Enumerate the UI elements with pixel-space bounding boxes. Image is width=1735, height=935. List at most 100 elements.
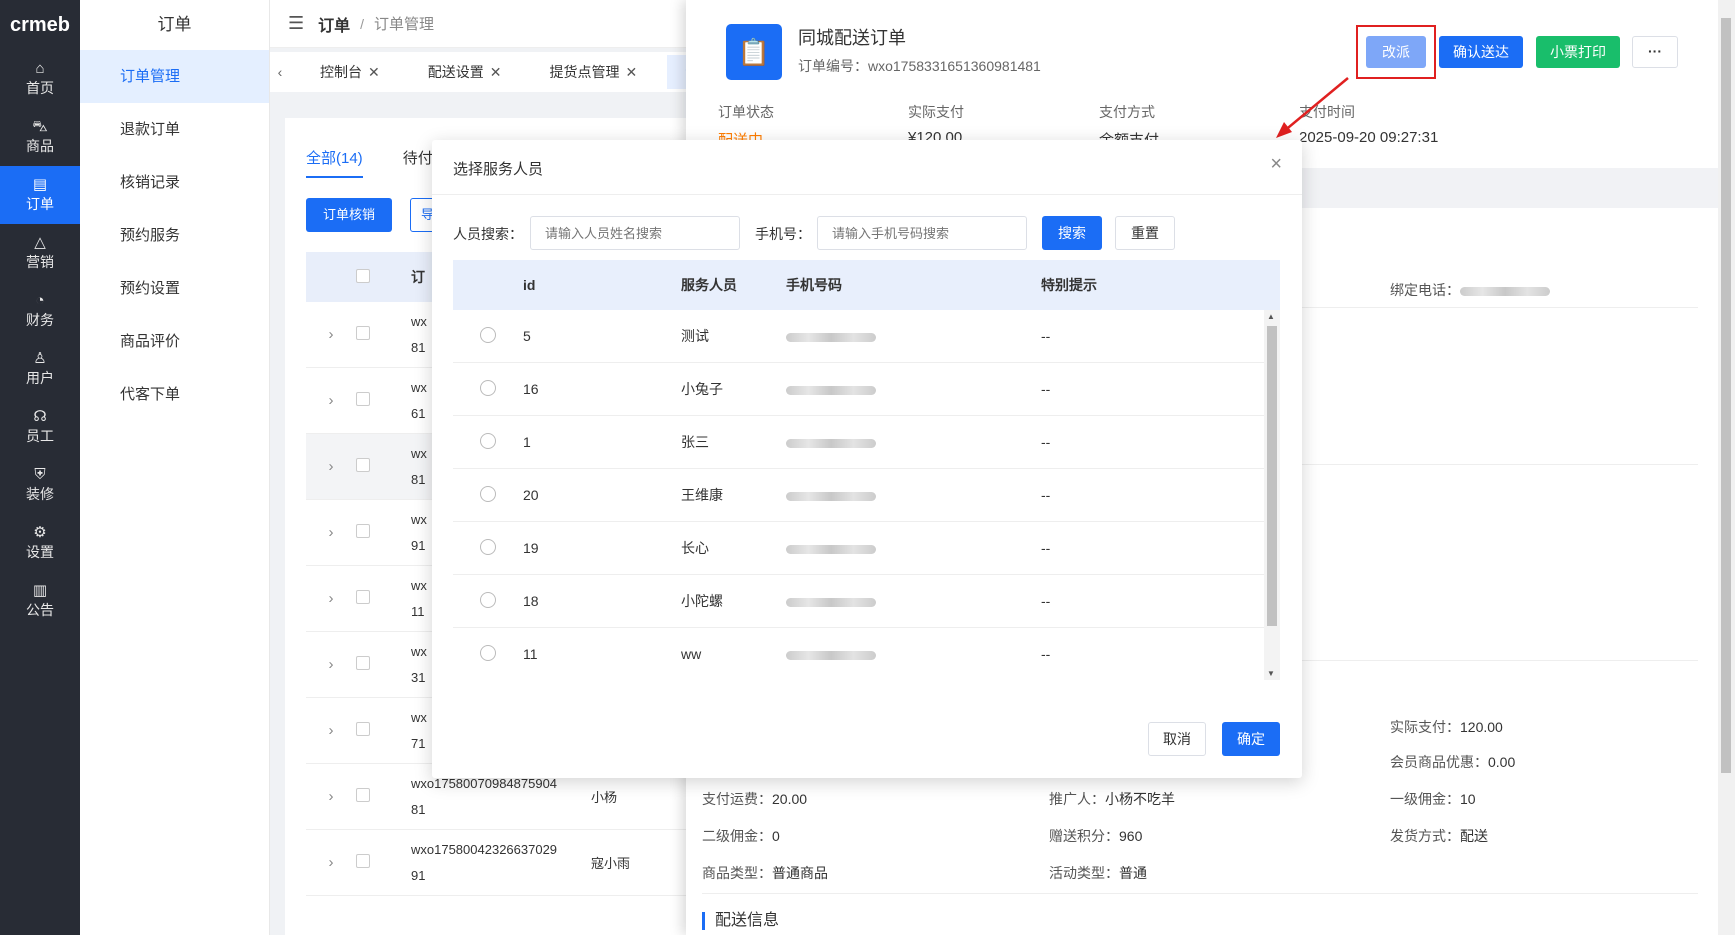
cancel-button[interactable]: 取消 (1148, 722, 1206, 756)
close-icon[interactable]: × (1270, 153, 1282, 176)
verify-order-button[interactable]: 订单核销 (306, 198, 393, 232)
staff-name: 小兔子 (681, 381, 723, 397)
nav-item-2[interactable]: ▤ 订单 (0, 166, 80, 224)
chevron-right-icon[interactable]: › (306, 590, 356, 607)
headset-icon: ☊ (33, 408, 47, 425)
submenu-item[interactable]: 预约设置 (80, 262, 269, 315)
chevron-right-icon[interactable]: › (306, 458, 356, 475)
breadcrumb-current: 订单管理 (374, 16, 435, 33)
confirm-button[interactable]: 确定 (1222, 722, 1280, 756)
submenu-title: 订单 (157, 15, 192, 34)
staff-tip: -- (1041, 328, 1051, 344)
drawer-scrollbar[interactable] (1718, 0, 1735, 935)
chevron-right-icon[interactable]: › (306, 392, 356, 409)
column-id: id (523, 277, 536, 293)
close-icon[interactable]: ✕ (368, 64, 380, 80)
order-number-line: 81 (411, 801, 426, 817)
staff-radio[interactable] (480, 326, 496, 343)
staff-row[interactable]: 19 长心 -- (453, 522, 1280, 575)
more-button[interactable]: ··· (1632, 36, 1678, 68)
chevron-left-icon[interactable]: ‹ (270, 64, 290, 80)
tab-tag-label: 提货点管理 (549, 64, 620, 80)
detail-field: 二级佣金：0 (702, 826, 780, 846)
staff-row[interactable]: 18 小陀螺 -- (453, 575, 1280, 628)
staff-name-input[interactable] (530, 216, 740, 250)
chevron-right-icon[interactable]: › (306, 524, 356, 541)
nav-item-1[interactable]: ⛍ 商品 (0, 108, 80, 166)
chevron-right-icon[interactable]: › (306, 326, 356, 343)
row-checkbox[interactable] (356, 326, 370, 340)
table-scrollbar[interactable]: ▲ ▼ (1264, 310, 1280, 680)
phone-input[interactable] (817, 216, 1027, 250)
close-icon[interactable]: ✕ (625, 64, 637, 80)
submenu-item[interactable]: 核销记录 (80, 156, 269, 209)
detail-field: 实际支付：120.00 (1390, 717, 1503, 737)
submenu-item[interactable]: 商品评价 (80, 315, 269, 368)
staff-row[interactable]: 16 小兔子 -- (453, 363, 1280, 416)
staff-row[interactable]: 11 ww -- (453, 628, 1280, 680)
nav-item-9[interactable]: ▥ 公告 (0, 572, 80, 630)
column-header-order: 订 (411, 269, 425, 285)
detail-field-label: 会员商品优惠： (1390, 754, 1488, 770)
chevron-right-icon[interactable]: › (306, 854, 356, 871)
confirm-delivered-button[interactable]: 确认送达 (1439, 36, 1523, 68)
nav-item-0[interactable]: ⌂ 首页 (0, 50, 80, 108)
staff-radio[interactable] (480, 432, 496, 449)
detail-field-label: 赠送积分： (1049, 828, 1119, 844)
detail-field-label: 发货方式： (1390, 828, 1460, 844)
staff-row[interactable]: 1 张三 -- (453, 416, 1280, 469)
chevron-right-icon[interactable]: › (306, 788, 356, 805)
row-checkbox[interactable] (356, 590, 370, 604)
nav-item-7[interactable]: ⛨ 装修 (0, 456, 80, 514)
staff-radio[interactable] (480, 591, 496, 608)
nav-item-4[interactable]: ◔ 财务 (0, 282, 80, 340)
print-receipt-button[interactable]: 小票打印 (1536, 36, 1620, 68)
staff-tip: -- (1041, 381, 1051, 397)
chevron-right-icon[interactable]: › (306, 656, 356, 673)
staff-radio[interactable] (480, 538, 496, 555)
nav-item-6[interactable]: ☊ 员工 (0, 398, 80, 456)
order-number-line: 91 (411, 867, 426, 883)
staff-radio[interactable] (480, 379, 496, 396)
nav-item-3[interactable]: △ 营销 (0, 224, 80, 282)
nav-item-5[interactable]: ♙ 用户 (0, 340, 80, 398)
submenu-item[interactable]: 预约服务 (80, 209, 269, 262)
staff-phone-cell (786, 434, 1041, 450)
tab-tag[interactable]: 配送设置 ✕ (410, 55, 520, 89)
select-all-checkbox[interactable] (356, 268, 370, 283)
menu-toggle-icon[interactable]: ☰ (288, 13, 304, 34)
tab-unpaid[interactable]: 待付 (403, 147, 433, 178)
submenu-item[interactable]: 代客下单 (80, 368, 269, 421)
row-checkbox[interactable] (356, 854, 370, 868)
nav-item-8[interactable]: ⚙ 设置 (0, 514, 80, 572)
submenu-item[interactable]: 退款订单 (80, 103, 269, 156)
tab-tag[interactable]: 控制台 ✕ (302, 55, 398, 89)
detail-field: 发货方式：配送 (1390, 826, 1488, 846)
row-checkbox[interactable] (356, 524, 370, 538)
row-checkbox[interactable] (356, 722, 370, 736)
reset-button[interactable]: 重置 (1115, 216, 1175, 250)
row-checkbox-cell (356, 590, 411, 607)
submenu-item[interactable]: 订单管理 (80, 50, 269, 103)
chevron-right-icon[interactable]: › (306, 722, 356, 739)
table-row[interactable]: › wxo17580042326637029 91 寇小雨 (306, 830, 705, 896)
tab-tag[interactable]: 提货点管理 ✕ (531, 55, 655, 89)
staff-radio[interactable] (480, 644, 496, 661)
search-button[interactable]: 搜索 (1042, 216, 1102, 250)
row-checkbox[interactable] (356, 392, 370, 406)
staff-row[interactable]: 20 王维康 -- (453, 469, 1280, 522)
tab-all[interactable]: 全部(14) (306, 147, 363, 178)
row-checkbox[interactable] (356, 656, 370, 670)
logo[interactable]: crmeb (0, 0, 80, 50)
detail-field-value: 960 (1119, 828, 1143, 844)
row-checkbox[interactable] (356, 788, 370, 802)
staff-row[interactable]: 5 测试 -- (453, 310, 1280, 363)
breadcrumb-root[interactable]: 订单 (318, 12, 350, 36)
row-checkbox[interactable] (356, 458, 370, 472)
close-icon[interactable]: ✕ (490, 64, 502, 80)
staff-id: 18 (523, 593, 539, 609)
detail-field-value: 普通 (1119, 865, 1147, 881)
tab-tag-label: 控制台 (320, 64, 362, 80)
staff-radio[interactable] (480, 485, 496, 502)
row-checkbox-cell (356, 722, 411, 739)
